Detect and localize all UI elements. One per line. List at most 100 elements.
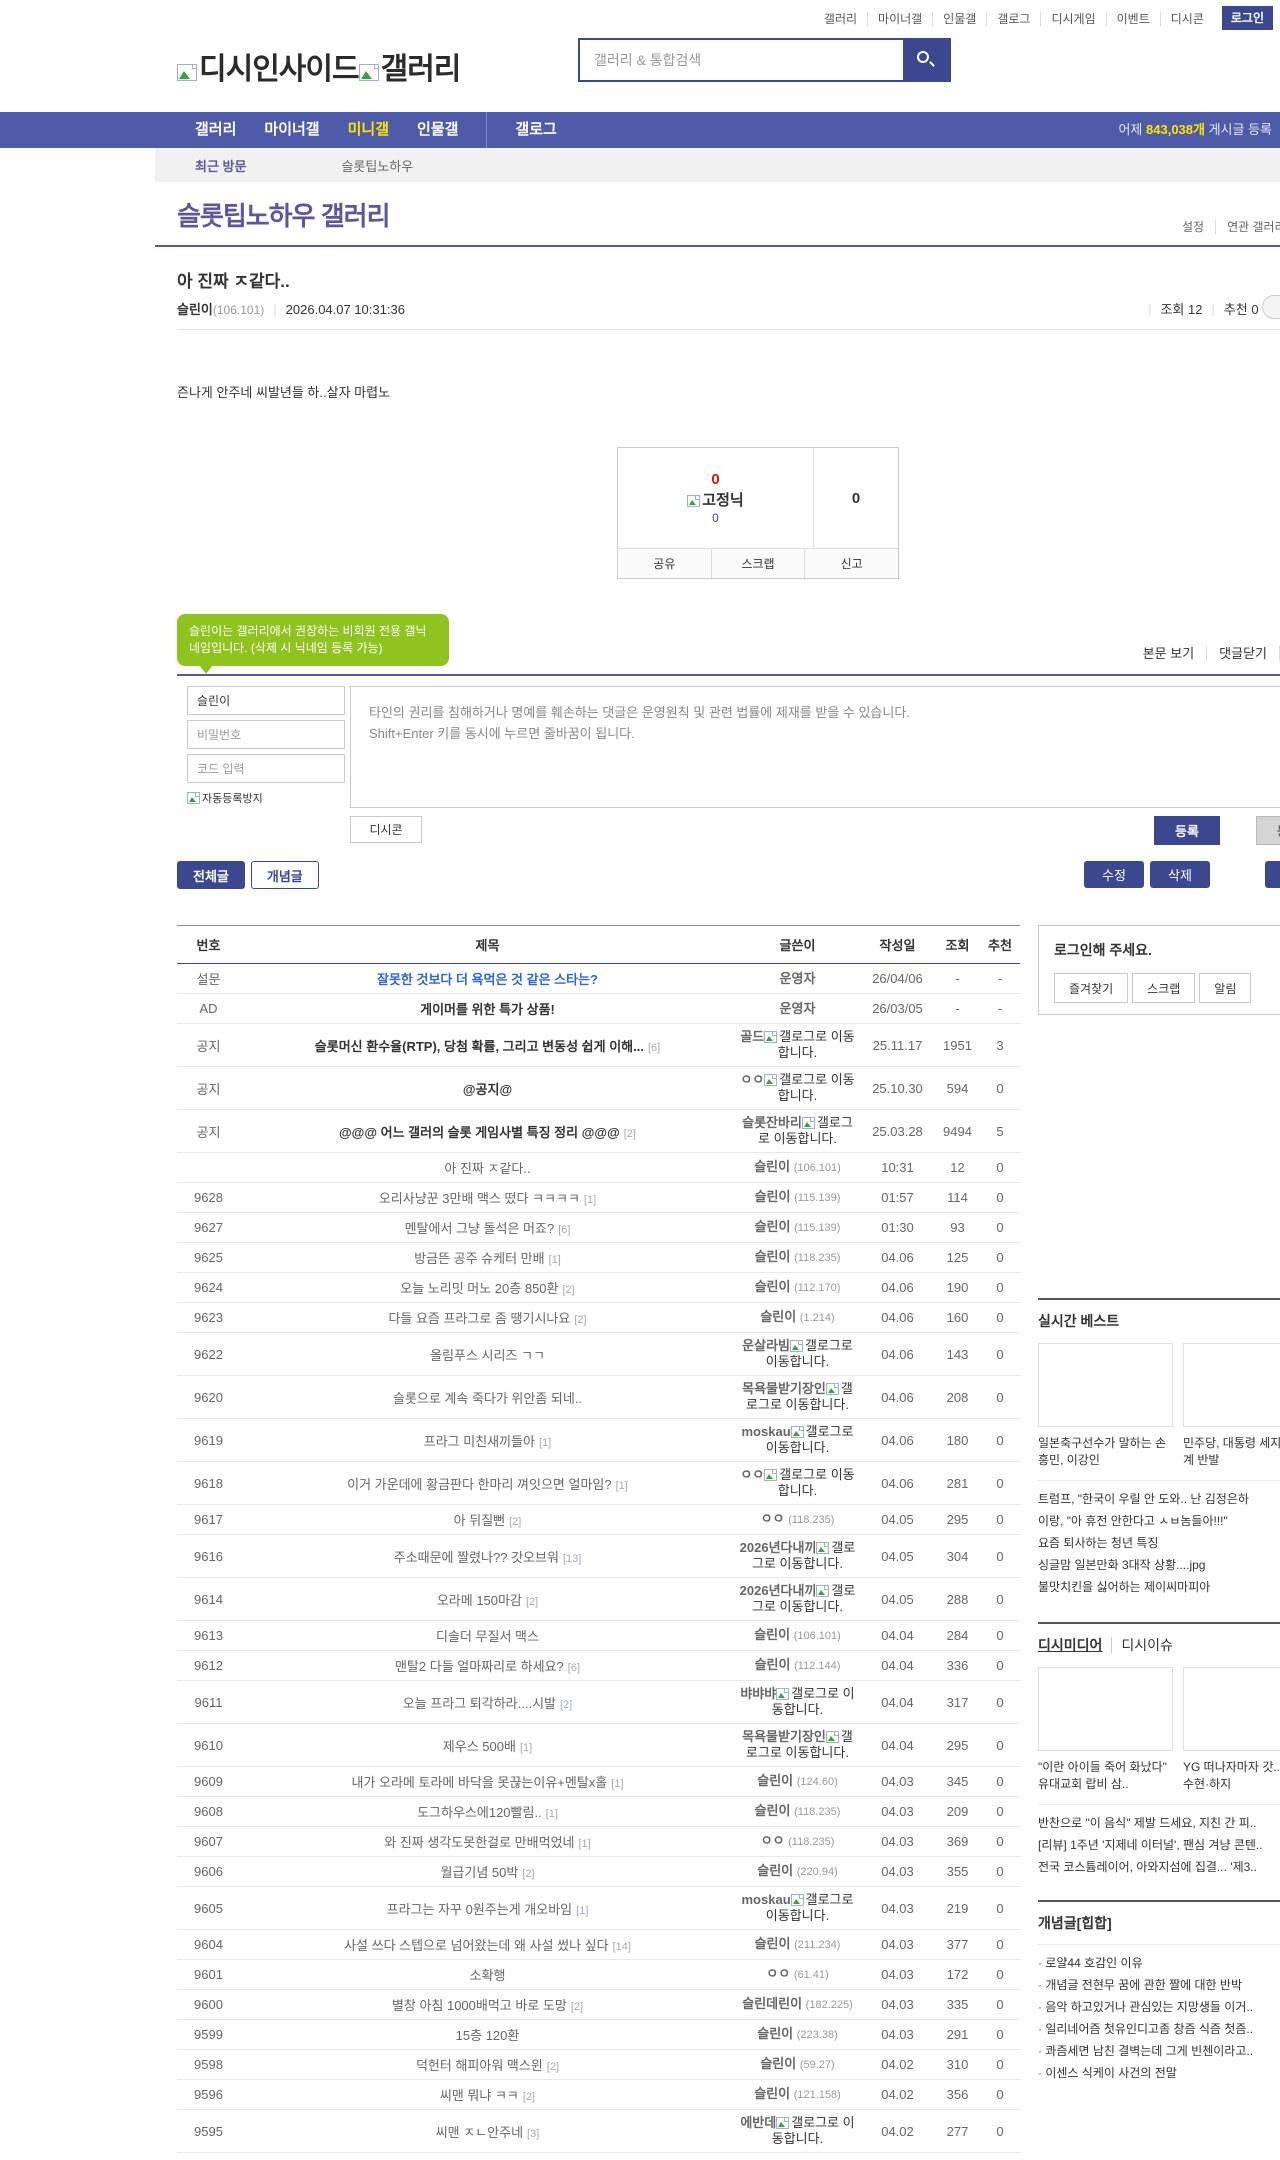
comment-bar-link[interactable]: 본문 보기 xyxy=(1130,646,1208,661)
post-link[interactable]: 이거 가운데에 황금판다 한마리 껴잇으면 얼마임? xyxy=(347,1477,612,1492)
concept-list-item[interactable]: 로얄44 호감인 이유 xyxy=(1038,1952,1280,1974)
concept-list-item[interactable]: 음악 하고있거나 관심있는 지망생들 이거.. xyxy=(1038,1996,1280,2018)
writer-cell[interactable]: 슬린이 (106.101) xyxy=(735,1152,860,1183)
writer-cell[interactable]: 슬린이 (220.94) xyxy=(735,1856,860,1887)
writer-cell[interactable]: 운영자 xyxy=(735,963,860,994)
writer-cell[interactable]: 에반데 갤로그로 이동합니다. xyxy=(735,2109,860,2153)
comment-bar-link[interactable]: 댓글닫기 xyxy=(1207,646,1280,661)
gallery-header-link[interactable]: 설정 xyxy=(1171,220,1215,234)
media-thumbnail[interactable] xyxy=(1183,1667,1280,1751)
post-link[interactable]: 씨맨 ㅈㄴ안주네 xyxy=(436,2125,523,2140)
dc-issue-title[interactable]: 디시이슈 xyxy=(1111,1637,1173,1653)
post-link[interactable]: @공지@ xyxy=(463,1082,512,1097)
all-posts-button[interactable]: 전체글 xyxy=(177,861,245,889)
post-link[interactable]: 와 진짜 생각도못한걸로 만배먹었네 xyxy=(384,1835,574,1850)
vote-action-button[interactable]: 신고 xyxy=(804,549,898,578)
best-thumbnail[interactable] xyxy=(1183,1343,1280,1427)
search-button[interactable] xyxy=(903,40,949,80)
post-option-toggle[interactable] xyxy=(1262,295,1280,319)
login-box-button[interactable]: 스크랩 xyxy=(1132,973,1196,1003)
writer-cell[interactable]: 슬린이 (118.235) xyxy=(735,1796,860,1827)
concept-list-item[interactable]: 이센스 식케이 사건의 전말 xyxy=(1038,2062,1280,2084)
util-nav-link[interactable]: 디시게임 xyxy=(1040,11,1106,26)
post-link[interactable]: 주소때문에 짤렸나?? 갓오브워 xyxy=(394,1550,559,1565)
util-nav-link[interactable]: 이벤트 xyxy=(1105,11,1160,26)
writer-cell[interactable]: 골드 갤로그로 이동합니다. xyxy=(735,1023,860,1067)
post-link[interactable]: 도그하우스에120빨림.. xyxy=(417,1805,542,1820)
post-link[interactable]: 씨맨 뭐냐 ㅋㅋ xyxy=(440,2088,519,2103)
write-button[interactable] xyxy=(1265,861,1280,888)
post-link[interactable]: 잘못한 것보다 더 욕먹은 것 같은 스타는? xyxy=(377,972,598,987)
post-link[interactable]: 소확행 xyxy=(470,1968,506,1983)
post-link[interactable]: 프라그는 자꾸 0원주는게 개오바임 xyxy=(387,1902,573,1917)
main-nav-item-2[interactable]: 마이너갤 xyxy=(264,112,319,148)
post-link[interactable]: 월급기념 50박 xyxy=(440,1865,518,1880)
post-link[interactable]: 제우스 500배 xyxy=(443,1739,516,1754)
post-link[interactable]: 15층 120환 xyxy=(456,2028,520,2043)
post-link[interactable]: 멘탈에서 그냥 돌석은 머죠? xyxy=(405,1221,555,1236)
media-list-item[interactable]: [리뷰] 1주년 '지제네 이터널', 팬심 겨냥 콘텐.. xyxy=(1038,1834,1280,1856)
writer-cell[interactable]: 슬린이 (118.235) xyxy=(735,1242,860,1273)
login-button[interactable]: 로그인 xyxy=(1221,6,1273,30)
comment-nickname-field[interactable] xyxy=(187,686,345,715)
vote-action-button[interactable]: 공유 xyxy=(618,549,711,578)
post-link[interactable]: 오늘 노리밋 머노 20층 850환 xyxy=(400,1281,558,1296)
login-box-button[interactable]: 즐겨찾기 xyxy=(1054,973,1129,1003)
upvote-area[interactable]: 0 고정닉 0 xyxy=(618,448,814,548)
delete-button[interactable]: 삭제 xyxy=(1150,861,1210,888)
dc-media-title[interactable]: 디시미디어 xyxy=(1038,1637,1102,1653)
post-link[interactable]: 별창 아침 1000배먹고 바로 도망 xyxy=(392,1998,567,2013)
best-thumbnail-caption[interactable]: 일본축구선수가 말하는 손흥민, 이강인 xyxy=(1038,1435,1173,1469)
writer-cell[interactable]: 슬롯잔바리 갤로그로 이동합니다. xyxy=(735,1109,860,1153)
best-list-item[interactable]: 이랑, "아 휴전 안한다고 ㅅㅂ놈들아!!!" xyxy=(1038,1510,1280,1532)
best-thumbnail[interactable] xyxy=(1038,1343,1173,1427)
dccon-button[interactable]: 디시콘 xyxy=(350,816,422,843)
downvote-area[interactable]: 0 xyxy=(814,448,898,548)
post-link[interactable]: 덕헌터 해피아워 맥스윈 xyxy=(416,2058,543,2073)
util-nav-link[interactable]: 갤러리 xyxy=(814,12,867,26)
post-link[interactable]: 슬롯머신 환수율(RTP), 당첨 확률, 그리고 변동성 쉽게 이해... xyxy=(315,1039,644,1054)
main-nav-item-4[interactable]: 인물갤 xyxy=(417,112,458,148)
writer-cell[interactable]: 운영자 xyxy=(735,993,860,1024)
post-link[interactable]: 디솔더 무질서 맥스 xyxy=(436,1629,539,1644)
edit-button[interactable]: 수정 xyxy=(1084,861,1144,888)
post-link[interactable]: @@@ 어느 갤러의 슬롯 게임사별 특징 정리 @@@ xyxy=(339,1125,620,1140)
writer-cell[interactable]: 슬린이 (115.139) xyxy=(735,1212,860,1243)
comment-submit-button[interactable]: 등록 xyxy=(1154,816,1220,845)
media-thumbnail-caption[interactable]: YG 떠나자마자 갓.. 보? 이수현·하지 xyxy=(1183,1759,1280,1793)
comment-password-field[interactable] xyxy=(187,720,345,749)
writer-cell[interactable]: 슬린이 (124.60) xyxy=(735,1766,860,1797)
writer-cell[interactable]: 슬린데린이 (182.225) xyxy=(735,1989,860,2020)
post-link[interactable]: 다들 요즘 프라그로 좀 땡기시나요 xyxy=(388,1311,570,1326)
vote-action-button[interactable]: 스크랩 xyxy=(710,549,805,578)
post-link[interactable]: 사설 쓰다 스텝으로 넘어왔는데 왜 사설 썼나 싶다 xyxy=(344,1938,608,1953)
util-nav-link[interactable]: 디시콘 xyxy=(1159,11,1214,26)
post-link[interactable]: 올림푸스 시리즈 ㄱㄱ xyxy=(430,1348,545,1363)
writer-cell[interactable]: 슬린이 (106.101) xyxy=(735,1620,860,1651)
util-nav-link[interactable]: 마이너갤 xyxy=(867,11,933,26)
media-thumbnail-caption[interactable]: "이란 아이들 죽어 화났다" 유대교회 랍비 삼.. xyxy=(1038,1759,1173,1793)
login-box-button[interactable]: 알림 xyxy=(1199,973,1252,1003)
site-logo[interactable]: 디시인사이드 갤러리 xyxy=(177,44,461,88)
post-link[interactable]: 프라그 미친새끼들아 xyxy=(424,1434,535,1449)
post-link[interactable]: 방금뜬 공주 슈케터 만배 xyxy=(414,1251,544,1266)
main-nav-item-1[interactable]: 갤러리 xyxy=(195,112,236,148)
media-list-item[interactable]: 전국 코스튬레이어, 아와지섬에 집결... '제3.. xyxy=(1038,1856,1280,1878)
writer-cell[interactable]: ㅇㅇ (61.41) xyxy=(735,1959,860,1990)
writer-cell[interactable]: 2026년다내끼 갤로그로 이동합니다. xyxy=(735,1534,860,1578)
best-list-item[interactable]: 불맛치킨을 싫어하는 제이씨마피아 xyxy=(1038,1576,1280,1598)
post-link[interactable]: 게이머를 위한 특가 상품! xyxy=(420,1002,555,1017)
comment-submit-button-2[interactable]: 등록 xyxy=(1256,816,1280,845)
writer-cell[interactable]: 슬린이 (112.170) xyxy=(735,1272,860,1303)
concept-list-item[interactable]: 콰즘세면 남친 결벽는데 그게 빈첸이라고.. xyxy=(1038,2040,1280,2062)
util-nav-link[interactable]: 갤로그 xyxy=(986,11,1041,26)
concept-list-item[interactable]: 일리네어즘 첫유인디고좀 창즘 식즘 첫즘.. xyxy=(1038,2018,1280,2040)
writer-cell[interactable]: 2026년다내끼 갤로그로 이동합니다. xyxy=(735,1577,860,1621)
recent-visit-label[interactable]: 최근 방문 xyxy=(195,156,246,175)
post-link[interactable]: 맨탈2 다들 얼마짜리로 하세요? xyxy=(395,1659,564,1674)
post-link[interactable]: 내가 오라메 토라메 바닥을 못끊는이유+멘탈x홀 xyxy=(351,1775,607,1790)
writer-cell[interactable]: ㅇㅇ (118.235) xyxy=(735,1504,860,1535)
post-author[interactable]: 슬린이 xyxy=(177,302,213,317)
concept-list-item[interactable]: 개념글 전현무 꿈에 관한 짤에 대한 반박 xyxy=(1038,1974,1280,1996)
writer-cell[interactable]: 슬린이 (59.27) xyxy=(735,2049,860,2080)
